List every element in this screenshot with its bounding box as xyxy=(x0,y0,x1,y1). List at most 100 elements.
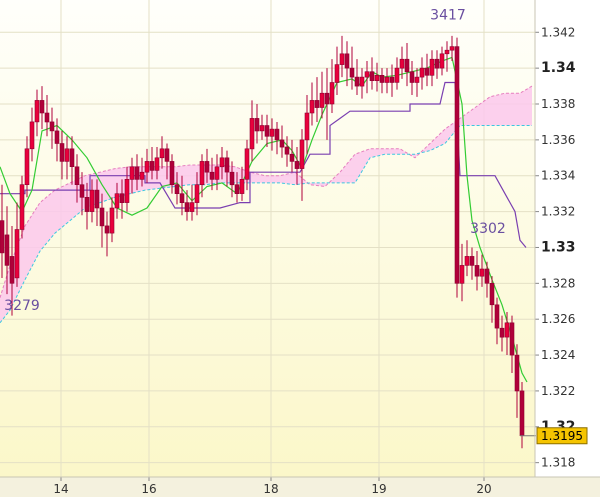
candle-body-down xyxy=(99,207,105,227)
candle-body-up xyxy=(399,58,405,69)
y-tick-label: 1.34 xyxy=(541,60,576,76)
candle-body-up xyxy=(394,67,400,83)
x-tick-label: 18 xyxy=(263,482,278,496)
candle-body-up xyxy=(124,179,130,203)
candle-body-down xyxy=(324,92,330,105)
candle-body-down xyxy=(0,220,5,254)
candle-body-up xyxy=(129,166,135,180)
candle-body-up xyxy=(144,161,150,173)
y-tick-label: 1.33 xyxy=(541,239,576,255)
candle-body-up xyxy=(444,49,450,55)
candle-body-up xyxy=(154,157,160,171)
candle-body-down xyxy=(234,184,240,194)
candle-body-up xyxy=(459,265,465,284)
candle-body-down xyxy=(209,171,215,180)
candle-body-down xyxy=(424,67,430,76)
candle-body-down xyxy=(314,100,320,108)
candle-body-down xyxy=(59,143,65,162)
candle-body-down xyxy=(54,130,60,144)
candle-body-down xyxy=(474,265,480,277)
candle-body-down xyxy=(389,76,395,83)
candle-body-up xyxy=(19,184,25,230)
candle-body-down xyxy=(454,46,460,284)
candle-body-down xyxy=(39,100,45,114)
candle-body-down xyxy=(354,76,360,87)
candle-body-up xyxy=(479,268,485,277)
candle-body-up xyxy=(159,148,165,159)
candle-body-up xyxy=(249,118,255,150)
candle-body-down xyxy=(169,161,175,185)
candle-body-down xyxy=(134,166,140,180)
candle-body-down xyxy=(369,71,375,81)
candle-body-down xyxy=(179,193,185,203)
candle-body-down xyxy=(224,157,230,173)
candle-body-up xyxy=(199,161,205,185)
candle-body-down xyxy=(49,121,55,132)
candle-body-up xyxy=(439,53,445,69)
candle-body-down xyxy=(274,128,280,141)
x-tick-label: 14 xyxy=(53,482,68,496)
candle-body-up xyxy=(239,179,245,194)
candle-body-down xyxy=(104,225,110,234)
candle-body-down xyxy=(349,67,355,78)
candle-body-up xyxy=(414,76,420,83)
candle-body-down xyxy=(119,193,125,203)
candle-body-down xyxy=(174,184,180,194)
candle-body-down xyxy=(279,139,285,148)
candle-body-down xyxy=(469,256,475,266)
candle-body-down xyxy=(434,58,440,69)
x-tick-label: 19 xyxy=(371,482,386,496)
candle-body-up xyxy=(244,148,250,180)
candle-body-down xyxy=(344,53,350,69)
candle-body-down xyxy=(204,161,210,173)
candle-body-up xyxy=(269,128,275,137)
candle-body-down xyxy=(229,171,235,186)
candle-body-down xyxy=(184,202,190,212)
candle-body-up xyxy=(309,100,315,114)
candle xyxy=(454,37,460,298)
candle-body-up xyxy=(109,207,115,234)
candle-body-down xyxy=(84,197,90,212)
candle-body-up xyxy=(504,322,510,338)
candle-body-up xyxy=(364,71,370,78)
y-tick-label: 1.332 xyxy=(541,205,575,219)
candle-body-up xyxy=(419,67,425,78)
candle-body-up xyxy=(24,148,30,186)
price-chart: 1.342 1.34 1.338 1.336 1.334 1.332 1.33 1.328 1.… xyxy=(0,0,600,497)
candle-body-down xyxy=(4,234,10,266)
chart-container: 1.342 1.34 1.338 1.336 1.334 1.332 1.33 1.328 1.… xyxy=(0,0,600,497)
candle-body-up xyxy=(299,139,305,169)
candle-body-down xyxy=(74,166,80,186)
candle-body-down xyxy=(264,125,270,137)
y-tick-label: 1.318 xyxy=(541,456,575,470)
candle-body-up xyxy=(429,58,435,76)
candle-body-up xyxy=(219,157,225,168)
candle-body-down xyxy=(509,322,515,356)
last-price-label: 1.3195 xyxy=(541,429,583,443)
candle-body-down xyxy=(379,75,385,83)
candle-body-down xyxy=(94,189,100,209)
candle-body-up xyxy=(64,148,70,162)
candle-body-up xyxy=(384,76,390,83)
candle-body-up xyxy=(374,75,380,82)
price-annotation: 3302 xyxy=(470,221,506,237)
candle-body-up xyxy=(114,193,120,209)
candle-body-up xyxy=(304,112,310,141)
price-annotation: 3279 xyxy=(4,298,40,314)
candle-body-up xyxy=(449,46,455,51)
candle-body-up xyxy=(34,100,40,123)
candle-body-up xyxy=(194,184,200,203)
candle-body-up xyxy=(464,256,470,266)
y-tick-label: 1.334 xyxy=(541,169,575,183)
candle-body-down xyxy=(289,153,295,162)
candle-body-down xyxy=(294,161,300,169)
candle-body-up xyxy=(359,76,365,87)
candle-body-down xyxy=(69,148,75,168)
candle-body-down xyxy=(164,148,170,162)
price-annotation: 3417 xyxy=(430,8,466,24)
candle-body-down xyxy=(44,112,50,123)
candle-body-up xyxy=(329,82,335,105)
candle-body-down xyxy=(484,268,490,284)
candle-body-up xyxy=(139,171,145,180)
candle-body-up xyxy=(334,64,340,83)
